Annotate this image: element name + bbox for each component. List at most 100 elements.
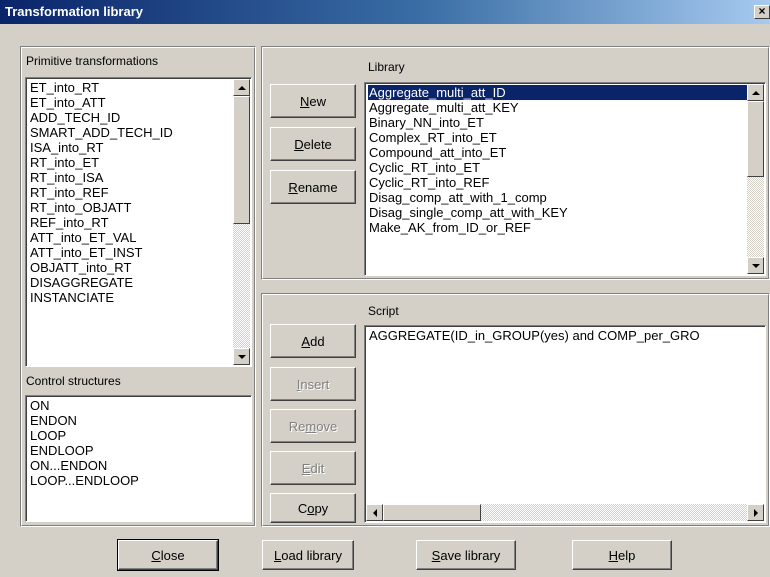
copy-button[interactable]: Co py: [270, 493, 356, 523]
list-item[interactable]: Cyclic_RT_into_ET: [368, 160, 747, 175]
rename-mnemonic: R: [288, 179, 298, 195]
list-item[interactable]: REF_into_RT: [29, 215, 233, 230]
edit-button[interactable]: Edit: [270, 451, 356, 485]
scroll-down-button[interactable]: [233, 348, 250, 365]
down-arrow-icon: [751, 263, 760, 268]
list-item[interactable]: ON...ENDON: [29, 458, 249, 473]
library-vscroll[interactable]: [747, 84, 764, 274]
list-item[interactable]: Make_AK_from_ID_or_REF: [368, 220, 747, 235]
list-item[interactable]: ATT_into_ET_INST: [29, 245, 233, 260]
list-item[interactable]: Binary_NN_into_ET: [368, 115, 747, 130]
script-lines: AGGREGATE(ID_in_GROUP(yes) and COMP_per_…: [368, 328, 763, 502]
control-items: ON ENDON LOOP ENDLOOP ON...ENDON LOOP...…: [29, 398, 249, 519]
close-mnemonic: C: [151, 547, 161, 563]
copy-mnemonic: o: [307, 500, 315, 516]
right-arrow-icon: [753, 508, 758, 517]
copy-pre: C: [297, 500, 308, 516]
scroll-thumb[interactable]: [233, 96, 250, 224]
scroll-up-button[interactable]: [747, 84, 764, 101]
library-list[interactable]: Aggregate_multi_att_ID Aggregate_multi_a…: [364, 82, 766, 276]
list-item[interactable]: SMART_ADD_TECH_ID: [29, 125, 233, 140]
load-library-button[interactable]: Load library: [262, 540, 354, 570]
list-item[interactable]: RT_into_ISA: [29, 170, 233, 185]
list-item[interactable]: Compound_att_into_ET: [368, 145, 747, 160]
close-button[interactable]: Close: [117, 539, 219, 571]
remove-post: ove: [316, 418, 338, 434]
list-item[interactable]: Complex_RT_into_ET: [368, 130, 747, 145]
help-button[interactable]: Help: [572, 540, 672, 570]
library-items: Aggregate_multi_att_ID Aggregate_multi_a…: [368, 85, 747, 273]
list-item[interactable]: Aggregate_multi_att_KEY: [368, 100, 747, 115]
script-line[interactable]: AGGREGATE(ID_in_GROUP(yes) and COMP_per_…: [368, 328, 763, 343]
list-item[interactable]: DISAGGREGATE: [29, 275, 233, 290]
up-arrow-icon: [237, 85, 246, 90]
add-mnemonic: A: [301, 333, 311, 349]
list-item[interactable]: RT_into_REF: [29, 185, 233, 200]
save-library-button[interactable]: Save library: [416, 540, 516, 570]
scroll-thumb[interactable]: [383, 504, 481, 521]
remove-mnemonic: m: [305, 418, 317, 434]
list-item[interactable]: ISA_into_RT: [29, 140, 233, 155]
scroll-up-button[interactable]: [233, 79, 250, 96]
remove-pre: Re: [288, 418, 306, 434]
list-item[interactable]: INSTANCIATE: [29, 290, 233, 305]
script-label: Script: [368, 304, 399, 318]
window-title: Transformation library: [5, 4, 143, 19]
list-item[interactable]: ON: [29, 398, 249, 413]
up-arrow-icon: [751, 90, 760, 95]
list-item[interactable]: Disag_single_comp_att_with_KEY: [368, 205, 747, 220]
control-structures-list[interactable]: ON ENDON LOOP ENDLOOP ON...ENDON LOOP...…: [25, 395, 252, 522]
scroll-right-button[interactable]: [747, 504, 764, 521]
rename-rest: ename: [297, 179, 338, 195]
list-item[interactable]: ENDON: [29, 413, 249, 428]
insert-button[interactable]: Insert: [270, 367, 356, 401]
list-item[interactable]: OBJATT_into_RT: [29, 260, 233, 275]
scroll-down-button[interactable]: [747, 257, 764, 274]
scroll-left-button[interactable]: [366, 504, 383, 521]
primitive-items: ET_into_RT ET_into_ATT ADD_TECH_ID SMART…: [29, 80, 233, 364]
list-item-selected[interactable]: Aggregate_multi_att_ID: [368, 85, 747, 101]
close-rest: lose: [160, 547, 185, 563]
add-rest: dd: [310, 333, 325, 349]
down-arrow-icon: [237, 354, 246, 359]
primitive-transformations-list[interactable]: ET_into_RT ET_into_ATT ADD_TECH_ID SMART…: [25, 77, 252, 367]
close-window-button[interactable]: ×: [754, 5, 770, 19]
help-mnemonic: H: [608, 547, 619, 563]
list-item[interactable]: ET_into_ATT: [29, 95, 233, 110]
edit-rest: dit: [310, 460, 325, 476]
save-rest: ave library: [440, 547, 501, 563]
load-mnemonic: L: [274, 547, 282, 563]
delete-mnemonic: D: [294, 136, 304, 152]
list-item[interactable]: RT_into_OBJATT: [29, 200, 233, 215]
list-item[interactable]: ADD_TECH_ID: [29, 110, 233, 125]
script-editor[interactable]: AGGREGATE(ID_in_GROUP(yes) and COMP_per_…: [364, 325, 766, 523]
script-hscroll[interactable]: [366, 504, 764, 521]
list-item[interactable]: ENDLOOP: [29, 443, 249, 458]
list-item[interactable]: ATT_into_ET_VAL: [29, 230, 233, 245]
primitive-transformations-label: Primitive transformations: [26, 54, 159, 68]
help-rest: elp: [618, 547, 636, 563]
title-bar: Transformation library ×: [0, 0, 770, 24]
list-item[interactable]: ET_into_RT: [29, 80, 233, 95]
save-mnemonic: S: [431, 547, 441, 563]
new-button[interactable]: New: [270, 84, 356, 118]
control-structures-label: Control structures: [26, 374, 121, 388]
new-rest: ew: [309, 93, 326, 109]
load-rest: oad library: [281, 547, 342, 563]
remove-button[interactable]: Re m ove: [270, 409, 356, 443]
primitive-vscroll[interactable]: [233, 79, 250, 365]
delete-rest: elete: [303, 136, 332, 152]
left-arrow-icon: [372, 508, 377, 517]
list-item[interactable]: RT_into_ET: [29, 155, 233, 170]
close-icon: ×: [758, 4, 766, 18]
copy-post: py: [314, 500, 329, 516]
list-item[interactable]: Disag_comp_att_with_1_comp: [368, 190, 747, 205]
delete-button[interactable]: Delete: [270, 127, 356, 161]
list-item[interactable]: LOOP: [29, 428, 249, 443]
library-label: Library: [368, 60, 405, 74]
list-item[interactable]: Cyclic_RT_into_REF: [368, 175, 747, 190]
list-item[interactable]: LOOP...ENDLOOP: [29, 473, 249, 488]
add-button[interactable]: Add: [270, 324, 356, 358]
scroll-thumb[interactable]: [747, 101, 764, 177]
rename-button[interactable]: Rename: [270, 170, 356, 204]
